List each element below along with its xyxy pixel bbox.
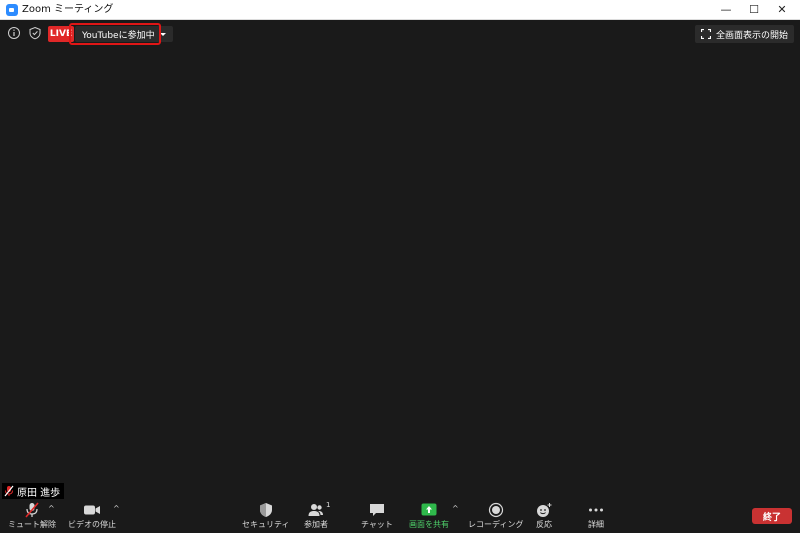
zoom-app-icon [6, 4, 18, 16]
mute-label: ミュート解除 [8, 520, 56, 529]
share-screen-icon [421, 503, 437, 516]
mic-muted-icon [4, 485, 14, 497]
reactions-label: 反応 [536, 520, 552, 529]
participants-label: 参加者 [304, 520, 328, 529]
chat-bubble-icon [369, 504, 384, 516]
participants-icon [308, 504, 323, 516]
security-label: セキュリティ [242, 520, 290, 529]
emoji-reaction-icon [537, 503, 552, 517]
fullscreen-icon [700, 29, 711, 39]
security-button[interactable]: セキュリティ [242, 502, 290, 530]
shield-icon[interactable] [28, 26, 42, 40]
highlight-box [69, 23, 161, 45]
mic-muted-icon [25, 502, 39, 518]
record-icon [488, 502, 503, 518]
share-screen-label: 画面を共有 [409, 520, 449, 529]
reactions-button[interactable]: 反応 [535, 502, 553, 530]
participants-count: 1 [326, 501, 331, 509]
shield-icon [259, 503, 272, 517]
more-button[interactable]: 詳細 [587, 502, 605, 530]
audio-options-caret[interactable]: ^ [48, 505, 55, 513]
maximize-button[interactable]: ☐ [740, 0, 768, 20]
window-titlebar: Zoom ミーティング — ☐ ✕ [0, 0, 800, 20]
info-icon[interactable] [7, 26, 21, 40]
video-label: ビデオの停止 [68, 520, 116, 529]
more-label: 詳細 [588, 520, 604, 529]
share-screen-button[interactable]: 画面を共有 [409, 502, 449, 530]
participant-name-tag: 原田 進歩 [2, 483, 65, 499]
window-title: Zoom ミーティング [22, 4, 114, 15]
participant-name: 原田 進歩 [17, 487, 61, 499]
close-button[interactable]: ✕ [768, 0, 796, 20]
video-stage [0, 20, 800, 500]
participants-button[interactable]: 参加者 [304, 502, 328, 530]
record-button[interactable]: レコーディング [468, 502, 523, 530]
end-meeting-button[interactable]: 終了 [752, 508, 792, 524]
fullscreen-label: 全画面表示の開始 [715, 30, 788, 41]
share-options-caret[interactable]: ^ [452, 505, 459, 513]
video-button[interactable]: ビデオの停止 [68, 502, 116, 530]
fullscreen-button[interactable]: 全画面表示の開始 [694, 25, 794, 43]
minimize-button[interactable]: — [712, 0, 740, 20]
meeting-toolbar: ミュート解除 ^ ビデオの停止 ^ セキュリティ 参加者 1 チャット 画面を共… [0, 500, 800, 533]
more-dots-icon [589, 508, 603, 512]
chat-button[interactable]: チャット [361, 502, 393, 530]
record-label: レコーディング [468, 520, 524, 529]
video-options-caret[interactable]: ^ [113, 505, 120, 513]
video-camera-icon [84, 505, 100, 515]
chat-label: チャット [361, 520, 393, 529]
